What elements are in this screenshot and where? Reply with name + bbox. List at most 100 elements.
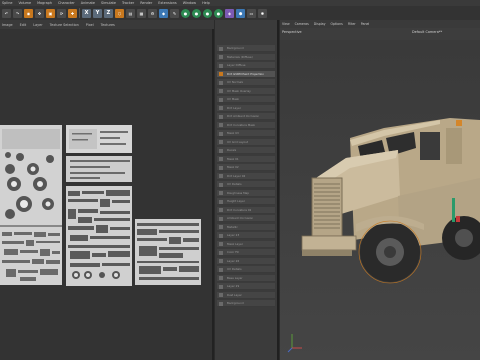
menu-item[interactable]: Window: [183, 1, 196, 5]
array-icon[interactable]: ●: [192, 8, 201, 18]
menu-item[interactable]: Spline: [2, 1, 12, 5]
perspective-viewport[interactable]: Perspective Default Camera**: [280, 28, 480, 360]
layer-item[interactable]: Mask UV: [217, 130, 275, 137]
uv-menu-item[interactable]: Texture Selection: [50, 23, 79, 27]
layer-item[interactable]: Metallic: [217, 223, 275, 231]
redo-icon[interactable]: ↷: [13, 8, 22, 18]
layer-item[interactable]: UV Grid Layout: [217, 138, 275, 146]
menu-item[interactable]: Animate: [81, 1, 95, 5]
menu-item[interactable]: Help: [202, 1, 210, 5]
deformer-icon[interactable]: ●: [214, 8, 223, 18]
layer-item[interactable]: Layer Diffuse: [217, 62, 275, 69]
layer-item[interactable]: UV Normals: [217, 79, 275, 86]
menu-item[interactable]: Simulate: [101, 1, 116, 5]
layer-icon: [219, 182, 223, 187]
viewport-menu-item[interactable]: Panel: [361, 22, 370, 26]
scale-icon[interactable]: ▣: [46, 8, 55, 18]
layer-item[interactable]: Dirt Ambient Occlusion: [217, 113, 275, 120]
layer-label: Roughness Map: [227, 190, 250, 195]
layer-item[interactable]: Mask 01: [217, 155, 275, 163]
cloner-icon[interactable]: ●: [203, 8, 212, 18]
live-selection-icon[interactable]: ◉: [24, 8, 33, 18]
axis-x-button[interactable]: X: [82, 8, 91, 18]
layer-label: Background: [227, 46, 244, 50]
recent-tools-icon[interactable]: ✚: [68, 8, 77, 18]
menu-item[interactable]: Tracker: [122, 1, 134, 5]
layer-item[interactable]: Materials (Diffuse): [217, 53, 275, 61]
layer-label: Dirt GVRM Paint Projection: [227, 71, 265, 76]
layer-item[interactable]: UV Mask: [217, 96, 275, 103]
uv-layout-canvas: [0, 125, 201, 286]
layer-item[interactable]: Mask 02: [217, 164, 275, 171]
layer-item[interactable]: UV Mask Overlay: [217, 87, 275, 95]
layer-item[interactable]: Layer 23: [217, 232, 275, 239]
layer-label: Ambient Occlusion: [227, 216, 254, 220]
layer-item[interactable]: Base Layer: [217, 274, 275, 282]
layer-item[interactable]: Roughness Map: [217, 189, 275, 197]
layer-label: Mask 02: [227, 165, 239, 169]
viewport-menu-item[interactable]: Display: [314, 22, 326, 26]
layer-item[interactable]: Layer 26: [217, 257, 275, 265]
layer-icon: [219, 55, 223, 59]
layer-item[interactable]: Ambient Occlusion: [217, 215, 275, 222]
rotate-icon[interactable]: ⟳: [57, 8, 66, 18]
layer-item[interactable]: Rust Layer: [217, 291, 275, 299]
move-icon[interactable]: ✥: [35, 8, 44, 18]
layer-item[interactable]: Color Fill: [217, 249, 275, 256]
layer-label: Color Fill: [227, 250, 239, 254]
layer-label: Layer 26: [227, 258, 240, 263]
render-view-icon[interactable]: ▦: [137, 8, 146, 18]
layer-item[interactable]: Height Layer: [217, 198, 275, 205]
uv-menu-item[interactable]: Layer: [33, 23, 42, 27]
layer-label: Metallic: [227, 224, 238, 229]
layer-icon: [219, 140, 223, 144]
layer-item[interactable]: Background: [217, 300, 275, 307]
uv-editor-panel[interactable]: [0, 29, 214, 360]
menu-item[interactable]: Character: [58, 1, 75, 5]
layer-item[interactable]: Background: [217, 45, 275, 52]
layer-item[interactable]: Dirt Layer: [217, 104, 275, 112]
uv-menu-item[interactable]: Image: [2, 23, 13, 27]
layer-label: UV Details: [227, 182, 242, 186]
uv-menu-item[interactable]: Pixel: [86, 23, 94, 27]
camera-icon[interactable]: ▭: [247, 8, 256, 18]
cube-icon[interactable]: ◆: [159, 8, 168, 18]
layer-item[interactable]: Mask Layer: [217, 240, 275, 248]
menu-item[interactable]: Render: [140, 1, 152, 5]
menu-item[interactable]: Extensions: [158, 1, 176, 5]
layer-icon: [219, 106, 223, 110]
layer-item[interactable]: UV Details: [217, 266, 275, 273]
viewport-menu-item[interactable]: Filter: [348, 22, 356, 26]
layer-item[interactable]: Dirt Layer 02: [217, 172, 275, 180]
uv-menu-item[interactable]: Textures: [101, 23, 115, 27]
layer-item[interactable]: UV Details: [217, 181, 275, 188]
layer-item[interactable]: Dirt GVRM Paint Projection: [217, 70, 275, 78]
render-region-icon[interactable]: ▤: [126, 8, 135, 18]
viewport-menu-item[interactable]: Cameras: [295, 22, 309, 26]
layer-item[interactable]: Dirt Curvature Mask: [217, 121, 275, 129]
coordinate-system-icon[interactable]: ⬡: [115, 8, 124, 18]
light-icon[interactable]: ✺: [258, 8, 267, 18]
layer-item[interactable]: Layer 29: [217, 283, 275, 290]
layer-label: UV Mask: [227, 97, 240, 101]
axis-y-button[interactable]: Y: [93, 8, 102, 18]
undo-icon[interactable]: ↶: [2, 8, 11, 18]
layer-icon: [219, 97, 223, 102]
layer-item[interactable]: Dirt Curvature 02: [217, 206, 275, 214]
pen-icon[interactable]: ✎: [170, 8, 179, 18]
layer-icon: [219, 208, 223, 212]
render-settings-icon[interactable]: ⚙: [148, 8, 157, 18]
menu-item[interactable]: Mograph: [37, 1, 52, 5]
axis-z-button[interactable]: Z: [104, 8, 113, 18]
subdivision-icon[interactable]: ●: [181, 8, 190, 18]
menu-item[interactable]: Volume: [18, 1, 31, 5]
uv-menu-item[interactable]: Edit: [20, 23, 27, 27]
layer-item[interactable]: Decals: [217, 147, 275, 154]
field-icon[interactable]: ◈: [225, 8, 234, 18]
layer-icon: [219, 131, 223, 136]
scene-icon[interactable]: ⬢: [236, 8, 245, 18]
toolbar-separator: [79, 8, 80, 18]
viewport-menu-item[interactable]: View: [282, 22, 290, 26]
layer-icon: [219, 174, 223, 178]
viewport-menu-item[interactable]: Options: [331, 22, 343, 26]
